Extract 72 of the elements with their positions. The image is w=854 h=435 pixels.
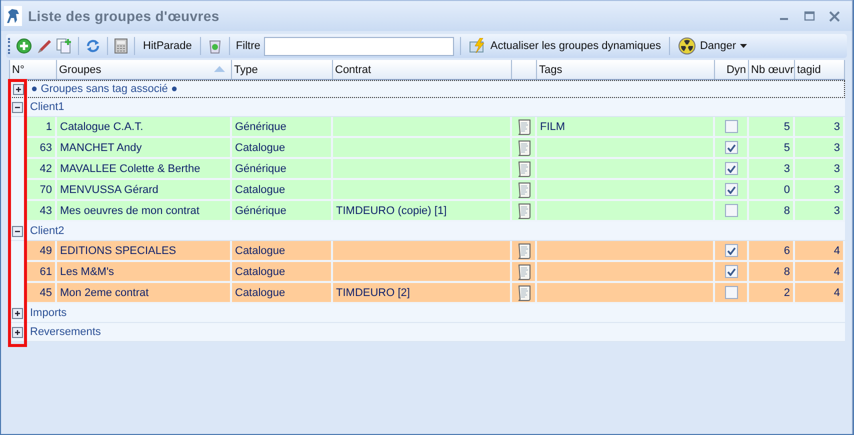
document-icon[interactable] (516, 202, 530, 218)
checkbox[interactable] (724, 162, 738, 175)
table-row[interactable]: 45 Mon 2eme contrat Catalogue TIMDEURO [2] 2 4 (27, 283, 845, 304)
refresh-dynamic-groups-button[interactable]: Actualiser les groupes dynamiques (467, 36, 663, 56)
column-header[interactable]: Dyn (715, 60, 749, 79)
table-row[interactable]: 42 MAVALLEE Colette & Berthe Générique 3 3 (27, 159, 845, 180)
document-icon[interactable] (516, 284, 530, 300)
expand-icon[interactable] (12, 326, 23, 338)
table-cell: Catalogue (232, 283, 333, 304)
table-cell: 43 (27, 201, 57, 222)
recycle-bin-icon[interactable] (206, 38, 223, 54)
danger-button[interactable]: Danger (676, 36, 750, 56)
table-cell: 4 (795, 283, 845, 304)
maximize-icon[interactable] (804, 10, 815, 22)
filter-field[interactable] (264, 36, 454, 56)
hitparade-button[interactable]: HitParade (141, 36, 194, 56)
table-cell: 2 (749, 283, 795, 304)
checkbox[interactable] (724, 244, 738, 257)
table-cell: Mon 2eme contrat (57, 283, 232, 304)
collapse-icon[interactable] (12, 226, 23, 236)
checkbox[interactable] (724, 141, 738, 154)
table-row[interactable]: 1 Catalogue C.A.T. Générique FILM 5 3 (27, 117, 845, 138)
table-cell: TIMDEURO [2] (333, 283, 512, 304)
table-cell: Générique (232, 201, 333, 222)
table-cell: 45 (27, 283, 57, 304)
filter-label: Filtre (236, 40, 260, 52)
document-icon[interactable] (516, 160, 530, 176)
group-label[interactable]: Client2 (30, 225, 64, 237)
checkbox[interactable] (724, 204, 738, 217)
checkbox[interactable] (724, 286, 738, 299)
checkbox[interactable] (724, 265, 738, 278)
group-label[interactable]: Reversements (30, 326, 101, 338)
table-row[interactable]: 61 Les M&M's Catalogue 8 4 (27, 262, 845, 283)
group-label[interactable]: Imports (30, 307, 67, 319)
table-cell: 8 (749, 201, 795, 222)
caret-icon[interactable] (740, 44, 748, 48)
pencil-icon[interactable] (36, 38, 52, 54)
add-icon[interactable] (16, 38, 32, 54)
lightning-folder-icon[interactable] (469, 38, 486, 54)
column-header[interactable]: Contrat (333, 60, 512, 79)
document-icon[interactable] (516, 182, 530, 198)
radiation-icon[interactable] (678, 37, 696, 55)
column-header[interactable]: Type (232, 60, 333, 79)
window-title: Liste des groupes d'œuvres (28, 8, 220, 24)
checkbox[interactable] (724, 183, 738, 196)
document-icon[interactable] (516, 118, 530, 134)
table-row[interactable]: 49 EDITIONS SPECIALES Catalogue 6 4 (27, 241, 845, 262)
column-header[interactable]: Tags (537, 60, 715, 79)
column-header[interactable]: Nb œuvr (749, 60, 795, 79)
column-header[interactable]: tagid (795, 60, 845, 79)
document-icon[interactable] (516, 264, 530, 280)
checkbox[interactable] (724, 120, 738, 133)
copy-icon[interactable] (56, 38, 72, 54)
group-label[interactable]: ● Groupes sans tag associé ● (31, 83, 178, 95)
table-row[interactable]: 63 MANCHET Andy Catalogue 5 3 (27, 138, 845, 159)
table-row[interactable]: 70 MENVUSSA Gérard Catalogue 0 3 (27, 180, 845, 201)
table-row[interactable]: 43 Mes oeuvres de mon contrat Générique TIMDEURO (copie) [1] 8 3 (27, 201, 845, 222)
expand-icon[interactable] (12, 308, 23, 318)
group-label[interactable]: Client1 (30, 101, 64, 113)
table-cell: TIMDEURO (copie) [1] (333, 201, 512, 222)
expand-icon[interactable] (13, 84, 24, 94)
column-header[interactable]: N° (10, 60, 57, 79)
document-icon[interactable] (516, 140, 530, 156)
close-icon[interactable] (829, 10, 840, 22)
refresh-icon[interactable] (85, 38, 101, 54)
column-header[interactable]: Groupes (57, 60, 232, 79)
horse-logo-icon (4, 6, 22, 26)
calculator-icon[interactable] (114, 38, 128, 54)
table-cell: 3 (795, 201, 845, 222)
document-icon[interactable] (516, 242, 530, 258)
table-cell: Mes oeuvres de mon contrat (57, 201, 232, 222)
collapse-icon[interactable] (12, 102, 23, 112)
